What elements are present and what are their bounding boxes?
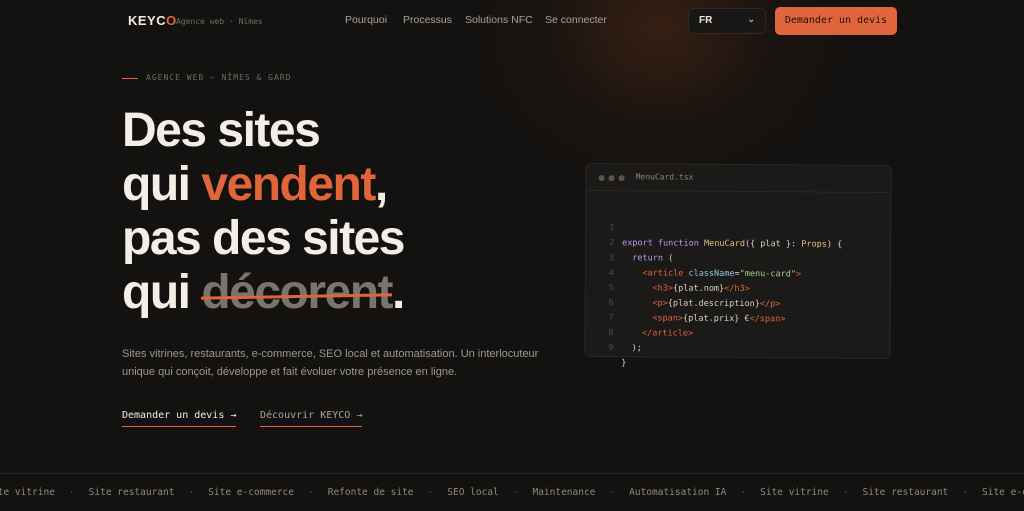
code-line: 9 } [608, 343, 627, 369]
nav-link-se-connecter[interactable]: Se connecter [545, 14, 607, 26]
ticker-item: Site e-commer [982, 487, 1024, 498]
nav-link-pourquoi[interactable]: Pourquoi [345, 14, 387, 26]
nav-link-solutions-nfc[interactable]: Solutions NFC [465, 14, 533, 26]
code-line: 6 <span>{plat.prix} €</span> [608, 298, 786, 325]
ticker-item: Site e-commerce [208, 487, 294, 498]
code-card-header: MenuCard.tsx [586, 163, 891, 194]
header-quote-button[interactable]: Demander un devis [775, 7, 897, 35]
hero-title-line-1: Des sites [122, 104, 321, 157]
eyebrow-divider [122, 78, 138, 79]
window-dot-icon [608, 175, 615, 182]
hero-strikethrough-word: décorent [201, 266, 393, 319]
language-select[interactable]: FR ⌄ [688, 8, 766, 34]
code-line: 4 <h3>{plat.nom}</h3> [608, 268, 750, 295]
window-dot-icon [618, 175, 625, 182]
brand-tagline: Agence web · Nîmes [176, 17, 263, 26]
ticker-item: Site restaurant [88, 487, 175, 498]
ticker-item: Refonte de site [327, 487, 414, 498]
chevron-down-icon: ⌄ [747, 14, 755, 24]
hero-quote-link[interactable]: Demander un devis → [122, 410, 237, 427]
code-preview-card: MenuCard.tsx 1 export function MenuCard(… [584, 162, 892, 369]
language-select-value: FR [699, 15, 713, 26]
code-line: 5 <p>{plat.description}</p> [608, 283, 781, 310]
hero-title: Des sites qui vendent, pas des sites qui… [122, 104, 406, 320]
hero-title-line-2: qui vendent, [122, 158, 388, 211]
hero-discover-link[interactable]: Découvrir KEYCO → [260, 410, 363, 427]
site-header: KEYCO Agence web · Nîmes Pourquoi Proces… [0, 0, 1024, 42]
ticker-item: SEO local [447, 487, 499, 498]
code-filename: MenuCard.tsx [635, 172, 694, 182]
code-line: 1 export function MenuCard({ plat }: Pro… [609, 223, 843, 250]
code-line: 7 </article> [608, 313, 694, 339]
code-line: 2 return ( [608, 238, 674, 264]
hero-eyebrow: AGENCE WEB — NÎMES & GARD [146, 73, 292, 82]
code-line: 8 ); [608, 328, 642, 354]
window-dot-icon [598, 175, 605, 182]
ticker-item: Site restaurant [862, 487, 949, 498]
code-line: 3 <article className="menu-card"> [608, 253, 802, 280]
ticker-item: ite vitrine [0, 487, 55, 498]
nav-link-processus[interactable]: Processus [403, 14, 452, 26]
logo[interactable]: KEYCO [128, 13, 177, 28]
hero-description: Sites vitrines, restaurants, e-commerce,… [122, 348, 539, 378]
ticker-item: Automatisation IA [629, 487, 727, 498]
hero-highlight-word: vendent [201, 158, 376, 211]
ticker-track: ite vitrine·Site restaurant·Site e-comme… [0, 487, 1024, 498]
ticker-item: Site vitrine [760, 487, 829, 498]
ticker-item: Maintenance [532, 487, 596, 498]
hero-title-line-3: pas des sites [122, 212, 406, 265]
hero-title-line-4: qui décorent. [122, 266, 405, 319]
services-ticker: ite vitrine·Site restaurant·Site e-comme… [0, 473, 1024, 511]
